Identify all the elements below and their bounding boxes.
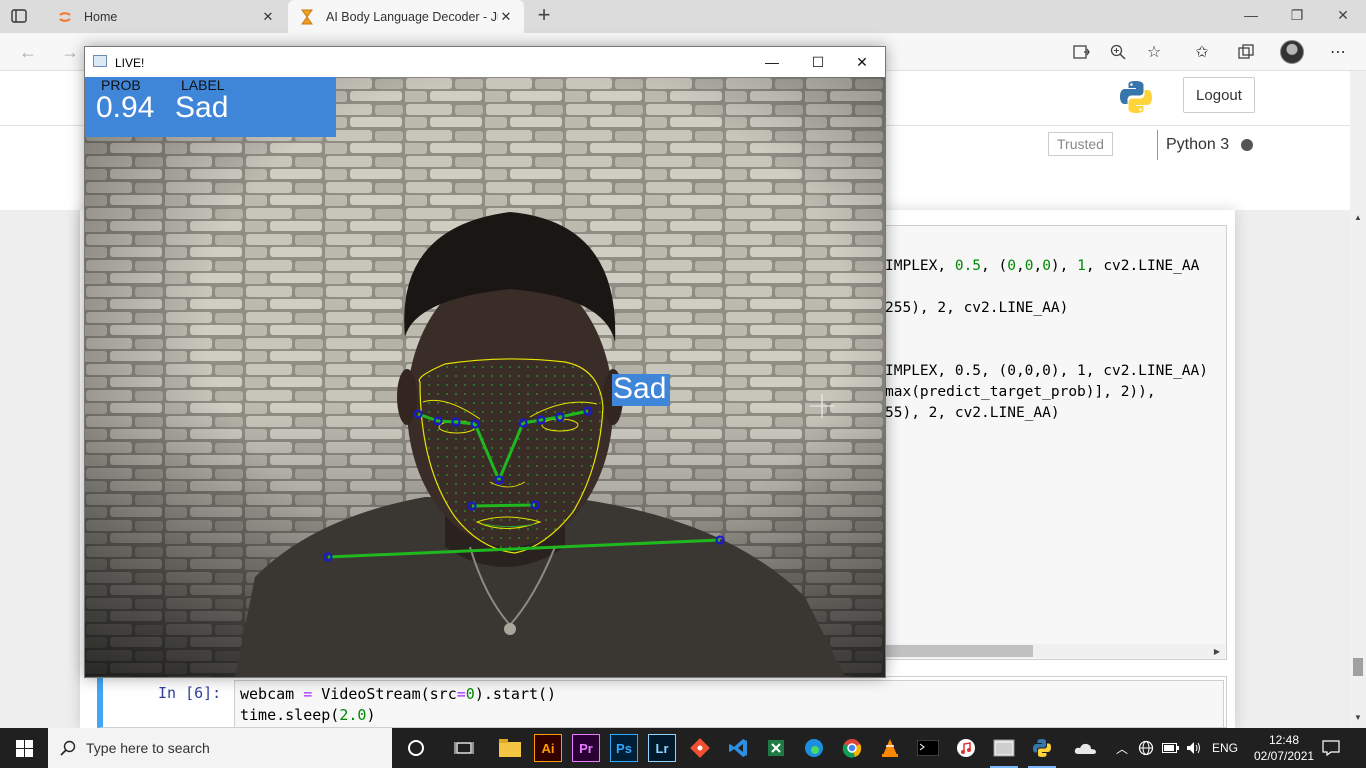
label-value: Sad bbox=[175, 91, 229, 124]
network-icon[interactable] bbox=[1138, 728, 1154, 768]
zoom-icon[interactable] bbox=[1106, 40, 1130, 64]
face-class-text: Sad bbox=[613, 372, 667, 405]
code-cell-input[interactable] bbox=[885, 225, 1227, 660]
illustrator-icon[interactable]: Ai bbox=[534, 734, 562, 762]
vertical-scrollbar[interactable]: ▲ ▼ bbox=[1350, 71, 1366, 728]
horizontal-scrollbar-thumb[interactable] bbox=[885, 645, 1033, 657]
tab-home-label: Home bbox=[84, 9, 118, 24]
taskbar-search[interactable]: Type here to search bbox=[48, 728, 392, 768]
tab-actions-icon[interactable] bbox=[8, 6, 30, 26]
prob-value: 0.94 bbox=[96, 91, 155, 124]
python-logo-icon bbox=[1120, 81, 1152, 113]
premiere-icon[interactable]: Pr bbox=[572, 734, 600, 762]
cortana-icon[interactable] bbox=[402, 734, 430, 762]
new-tab-icon[interactable]: + bbox=[532, 4, 556, 28]
close-icon[interactable]: ✕ bbox=[1320, 0, 1366, 30]
photoshop-icon[interactable]: Ps bbox=[610, 734, 638, 762]
code-line: max(predict_target_prob)], 2)), bbox=[885, 384, 1156, 400]
photos-window-icon[interactable] bbox=[990, 734, 1018, 762]
lightroom-icon[interactable]: Lr bbox=[648, 734, 676, 762]
tray-overflow-icon[interactable]: ︿ bbox=[1116, 728, 1128, 768]
scroll-up-icon[interactable]: ▲ bbox=[1353, 213, 1363, 222]
live-window[interactable]: LIVE! — ☐ ✕ PROB LABEL 0.94 Sad Sad bbox=[84, 46, 886, 678]
restore-icon[interactable]: ❐ bbox=[1274, 0, 1320, 30]
kernel-name: Python 3 bbox=[1166, 136, 1230, 153]
reader-mode-icon[interactable] bbox=[1070, 40, 1094, 64]
jupyter-icon bbox=[56, 8, 74, 26]
scroll-right-icon[interactable]: ▶ bbox=[1210, 644, 1224, 658]
tab-close-icon[interactable]: ✕ bbox=[260, 9, 276, 25]
window-app-icon bbox=[93, 55, 107, 67]
minimize-icon[interactable]: — bbox=[749, 47, 795, 77]
profile-avatar[interactable] bbox=[1280, 40, 1304, 64]
kernel-indicator: Python 3 bbox=[1157, 130, 1261, 160]
file-explorer-icon[interactable] bbox=[496, 734, 524, 762]
git-icon[interactable] bbox=[686, 734, 714, 762]
search-placeholder: Type here to search bbox=[86, 740, 210, 756]
favorites-icon[interactable]: ✩ bbox=[1190, 40, 1214, 64]
live-window-titlebar[interactable]: LIVE! — ☐ ✕ bbox=[85, 47, 885, 77]
status-box: PROB LABEL 0.94 Sad bbox=[85, 77, 336, 137]
notifications-icon[interactable] bbox=[1322, 728, 1340, 768]
system-clock[interactable]: 12:48 02/07/2021 bbox=[1254, 732, 1314, 764]
face-class-label: Sad bbox=[612, 372, 670, 406]
vertical-scrollbar-thumb[interactable] bbox=[1353, 658, 1363, 676]
clock-time: 12:48 bbox=[1268, 733, 1300, 747]
close-icon[interactable]: ✕ bbox=[839, 47, 885, 77]
browser-tabstrip: Home ✕ AI Body Language Decoder - Jup ✕ … bbox=[0, 0, 1366, 33]
itunes-icon[interactable] bbox=[952, 734, 980, 762]
forward-icon[interactable]: → bbox=[56, 39, 84, 65]
taskbar: Type here to search Ai Pr Ps Lr ︿ ENG 12… bbox=[0, 728, 1366, 768]
logout-button[interactable]: Logout bbox=[1183, 77, 1255, 113]
add-favorite-icon[interactable]: ☆ bbox=[1142, 40, 1166, 64]
minimize-icon[interactable]: — bbox=[1228, 0, 1274, 30]
chrome-icon[interactable] bbox=[838, 734, 866, 762]
volume-icon[interactable] bbox=[1186, 728, 1202, 768]
excel-icon[interactable] bbox=[762, 734, 790, 762]
tab-home[interactable]: Home ✕ bbox=[46, 0, 286, 33]
windows-start-icon[interactable] bbox=[0, 728, 48, 768]
language-indicator[interactable]: ENG bbox=[1212, 728, 1238, 768]
collections-icon[interactable] bbox=[1234, 40, 1258, 64]
hourglass-icon bbox=[298, 8, 316, 26]
scroll-down-icon[interactable]: ▼ bbox=[1353, 713, 1363, 722]
code-line: IMPLEX, 0.5, (0,0,0), 1, cv2.LINE_AA bbox=[885, 258, 1200, 274]
edge-icon[interactable] bbox=[800, 734, 828, 762]
tab-close-icon[interactable]: ✕ bbox=[498, 9, 514, 25]
search-icon bbox=[60, 740, 76, 756]
tab-notebook-label: AI Body Language Decoder - Jup bbox=[326, 9, 498, 24]
back-icon[interactable]: ← bbox=[14, 39, 42, 65]
code-line: IMPLEX, 0.5, (0,0,0), 1, cv2.LINE_AA) bbox=[885, 363, 1209, 379]
terminal-icon[interactable] bbox=[914, 734, 942, 762]
live-window-title: LIVE! bbox=[115, 56, 145, 70]
code-line: 255), 2, cv2.LINE_AA) bbox=[885, 300, 1069, 316]
code-line: 55), 2, cv2.LINE_AA) bbox=[885, 405, 1060, 421]
vscode-icon[interactable] bbox=[724, 734, 752, 762]
python-taskbar-icon[interactable] bbox=[1028, 734, 1056, 762]
more-options-icon[interactable]: ⋯ bbox=[1326, 40, 1350, 64]
trusted-badge[interactable]: Trusted bbox=[1048, 132, 1113, 156]
code-line: time.sleep(2.0) bbox=[240, 706, 376, 724]
webcam-frame[interactable]: PROB LABEL 0.94 Sad Sad bbox=[85, 77, 885, 677]
code-line: webcam = VideoStream(src=0).start() bbox=[240, 685, 557, 703]
kernel-status-icon bbox=[1241, 139, 1254, 151]
battery-icon[interactable] bbox=[1162, 728, 1180, 768]
webcam-image bbox=[85, 77, 885, 677]
onedrive-icon[interactable] bbox=[1074, 728, 1098, 768]
vlc-icon[interactable] bbox=[876, 734, 904, 762]
cell-prompt: In [6]: bbox=[158, 684, 222, 702]
task-view-icon[interactable] bbox=[450, 734, 478, 762]
clock-date: 02/07/2021 bbox=[1254, 749, 1315, 763]
maximize-icon[interactable]: ☐ bbox=[795, 47, 841, 77]
tab-notebook[interactable]: AI Body Language Decoder - Jup ✕ bbox=[288, 0, 524, 33]
